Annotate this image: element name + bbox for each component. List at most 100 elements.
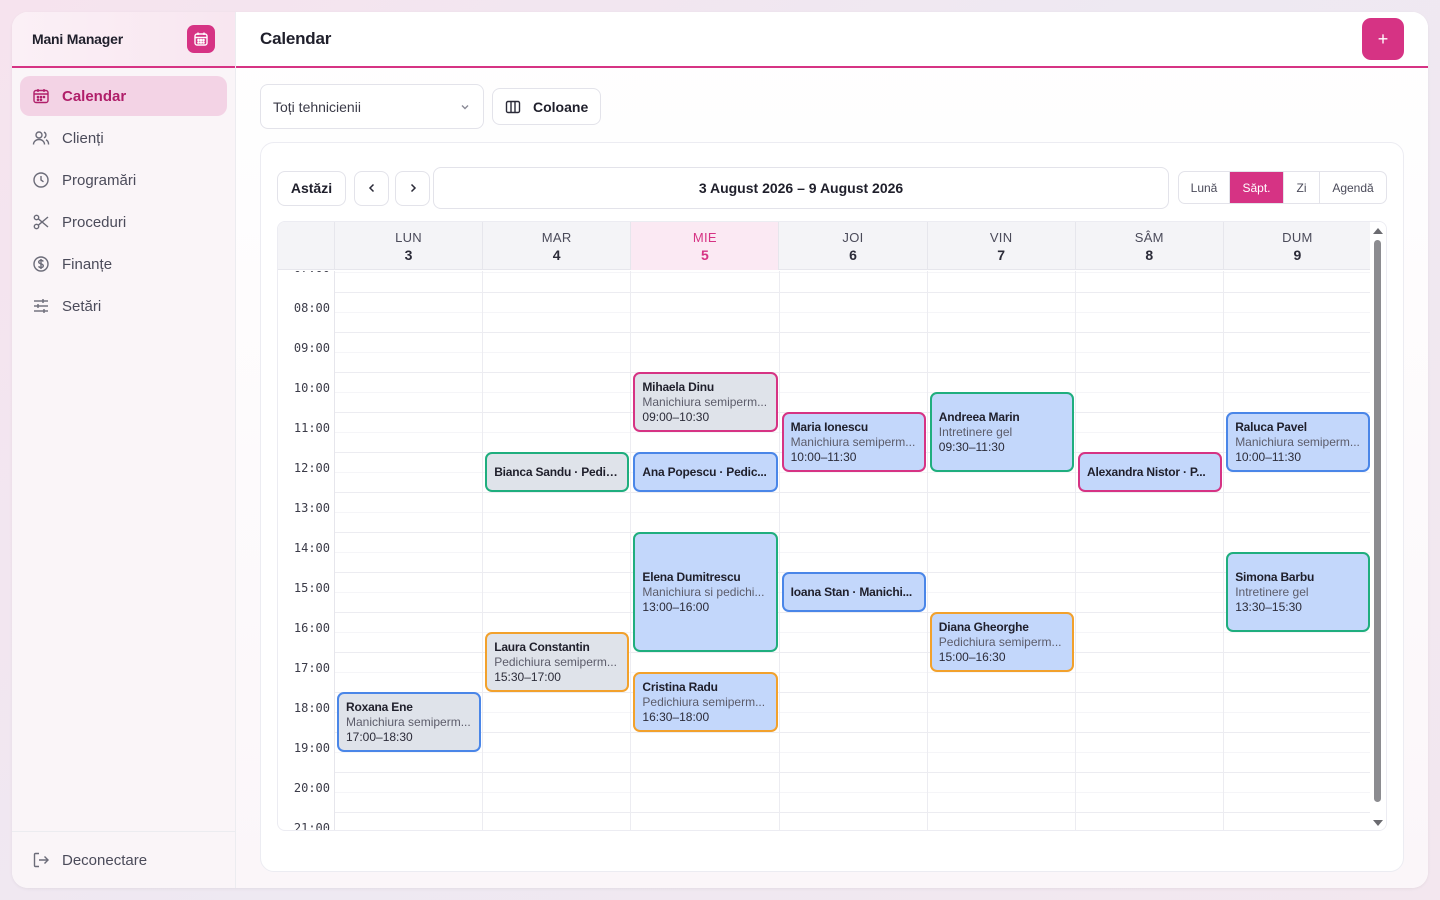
event-service: Manichiura semiperm... [346, 715, 471, 729]
hour-gridline [335, 372, 1372, 373]
logout-button[interactable]: Deconectare [12, 831, 236, 888]
appointment-event[interactable]: Diana Gheorghe Pedichiura semiperm... 15:0… [929, 612, 1074, 672]
scroll-down-arrow[interactable] [1373, 820, 1383, 826]
appointment-event[interactable]: Roxana Ene Manichiura semiperm... 17:00–18… [337, 692, 482, 752]
appointment-event[interactable]: Laura Constantin Pedichiura semiperm... 15… [485, 632, 630, 692]
appointment-event[interactable]: Simona Barbu Intretinere gel 13:30–15:30 [1226, 552, 1371, 632]
dollar-icon [33, 256, 49, 272]
day-number: 3 [404, 247, 413, 263]
time-label: 08:00 [293, 301, 330, 315]
day-header-mie[interactable]: MIE 5 [631, 222, 780, 270]
time-label: 18:00 [293, 701, 330, 715]
hour-gridline [335, 772, 1372, 773]
sidebar-item-clienti[interactable]: Clienți [20, 118, 227, 158]
appointment-event[interactable]: Bianca Sandu · Pedic... [485, 452, 630, 492]
day-column-divider [1075, 271, 1076, 830]
day-name: SÂM [1134, 230, 1164, 245]
day-number: 6 [849, 247, 857, 263]
time-label: 07:00 [278, 271, 330, 275]
sidebar-item-label: Setări [62, 297, 102, 315]
event-service: Manichiura semiperm... [790, 435, 916, 449]
day-header-lun[interactable]: LUN 3 [335, 222, 484, 270]
half-hour-gridline [335, 392, 1372, 393]
event-title: Ioana Stan · Manichi... [790, 585, 913, 599]
event-client-name: Mihaela Dinu [642, 380, 715, 394]
app-window: Mani Manager Calendar Clienți Programări… [12, 12, 1428, 888]
sidebar-item-setari[interactable]: Setări [20, 286, 227, 326]
view-switcher: Lună Săpt. Zi Agendă [1178, 171, 1387, 204]
event-client-name: Diana Gheorghe [938, 620, 1029, 634]
appointment-event[interactable]: Cristina Radu Pedichiura semiperm... 16:30… [633, 672, 778, 732]
event-time: 15:30–17:00 [494, 670, 561, 684]
appointment-event[interactable]: Alexandra Nistor · P... [1078, 452, 1223, 492]
appointment-event[interactable]: Elena Dumitrescu Manichiura si pedichi...… [633, 532, 778, 652]
day-header-dum[interactable]: DUM 9 [1224, 222, 1372, 270]
event-time: 17:00–18:30 [346, 730, 413, 744]
day-header-sâm[interactable]: SÂM 8 [1076, 222, 1224, 270]
hour-gridline [335, 492, 1372, 493]
calendar-grid: 07:00 08:00 09:00 10:00 11:00 12:00 13:00 14:00… [278, 271, 1372, 831]
columns-button[interactable]: Coloane [492, 88, 602, 125]
calendar-card: Astăzi 3 August 2026 – 9 August 2026 Lun… [260, 142, 1404, 872]
hour-gridline [335, 692, 1372, 693]
logout-label: Deconectare [62, 851, 148, 869]
event-client-name: Raluca Pavel [1235, 420, 1307, 434]
day-number: 7 [997, 247, 1006, 263]
event-service: Pedichiura semiperm... [642, 695, 766, 709]
sidebar-item-programari[interactable]: Programări [20, 160, 227, 200]
hour-gridline [335, 732, 1372, 733]
event-client-name: Laura Constantin [494, 640, 590, 654]
appointment-event[interactable]: Mihaela Dinu Manichiura semiperm... 09:00–… [633, 372, 778, 432]
event-service: Manichiura semiperm... [642, 395, 768, 409]
day-header-joi[interactable]: JOI 6 [779, 222, 928, 270]
event-time: 13:30–15:30 [1235, 600, 1302, 614]
filters-bar: Toți tehnicienii Coloane [260, 84, 602, 129]
time-label: 21:00 [293, 821, 330, 831]
technician-select[interactable]: Toți tehnicienii [260, 84, 484, 129]
app-name: Mani Manager [32, 31, 123, 47]
brand-header: Mani Manager [12, 12, 235, 68]
half-hour-gridline [335, 312, 1372, 313]
prev-week-button[interactable] [354, 170, 389, 206]
half-hour-gridline [335, 272, 1372, 273]
scrollbar-thumb[interactable] [1374, 240, 1381, 802]
view-month-button[interactable]: Lună [1179, 172, 1229, 203]
event-service: Manichiura si pedichi... [642, 585, 765, 599]
date-range-label: 3 August 2026 – 9 August 2026 [433, 167, 1169, 209]
sidebar-item-calendar[interactable]: Calendar [20, 76, 227, 116]
time-label: 20:00 [293, 781, 330, 795]
time-gutter-header [278, 222, 335, 270]
event-time: 16:30–18:00 [642, 710, 710, 724]
calendar-scrollbar[interactable] [1370, 222, 1386, 830]
sidebar-item-finante[interactable]: Finanțe [20, 244, 227, 284]
day-name: MAR [541, 230, 572, 245]
today-button[interactable]: Astăzi [277, 170, 346, 206]
technician-select-value: Toți tehnicienii [273, 98, 361, 115]
appointment-event[interactable]: Maria Ionescu Manichiura semiperm... 10:00… [781, 412, 926, 472]
next-week-button[interactable] [395, 170, 430, 206]
time-label: 09:00 [293, 341, 330, 355]
hour-gridline [335, 612, 1372, 613]
view-agenda-button[interactable]: Agendă [1319, 172, 1386, 203]
event-time: 15:00–16:30 [938, 650, 1006, 664]
day-column-divider [926, 271, 928, 830]
time-label: 16:00 [293, 621, 330, 635]
half-hour-gridline [335, 352, 1372, 353]
sidebar-item-proceduri[interactable]: Proceduri [20, 202, 227, 242]
day-name: MIE [692, 230, 717, 245]
day-number: 4 [552, 247, 561, 263]
appointment-event[interactable]: Ana Popescu · Pedic... [633, 452, 778, 492]
scroll-up-arrow[interactable] [1373, 228, 1383, 234]
appointment-event[interactable]: Ioana Stan · Manichi... [781, 572, 926, 612]
appointment-event[interactable]: Raluca Pavel Manichiura semiperm... 10:00–… [1226, 412, 1371, 472]
day-header-mar[interactable]: MAR 4 [483, 222, 632, 270]
view-day-button[interactable]: Zi [1283, 172, 1319, 203]
day-header-vin[interactable]: VIN 7 [928, 222, 1076, 270]
view-week-button[interactable]: Săpt. [1229, 172, 1283, 203]
sidebar-nav: Calendar Clienți Programări Proceduri Fi… [12, 68, 235, 336]
event-time: 09:00–10:30 [642, 410, 710, 424]
appointment-event[interactable]: Andreea Marin Intretinere gel 09:30–11:30 [929, 392, 1074, 472]
top-bar: Calendar + [236, 12, 1428, 68]
add-appointment-button[interactable]: + [1362, 18, 1404, 60]
page-title: Calendar [260, 29, 332, 48]
